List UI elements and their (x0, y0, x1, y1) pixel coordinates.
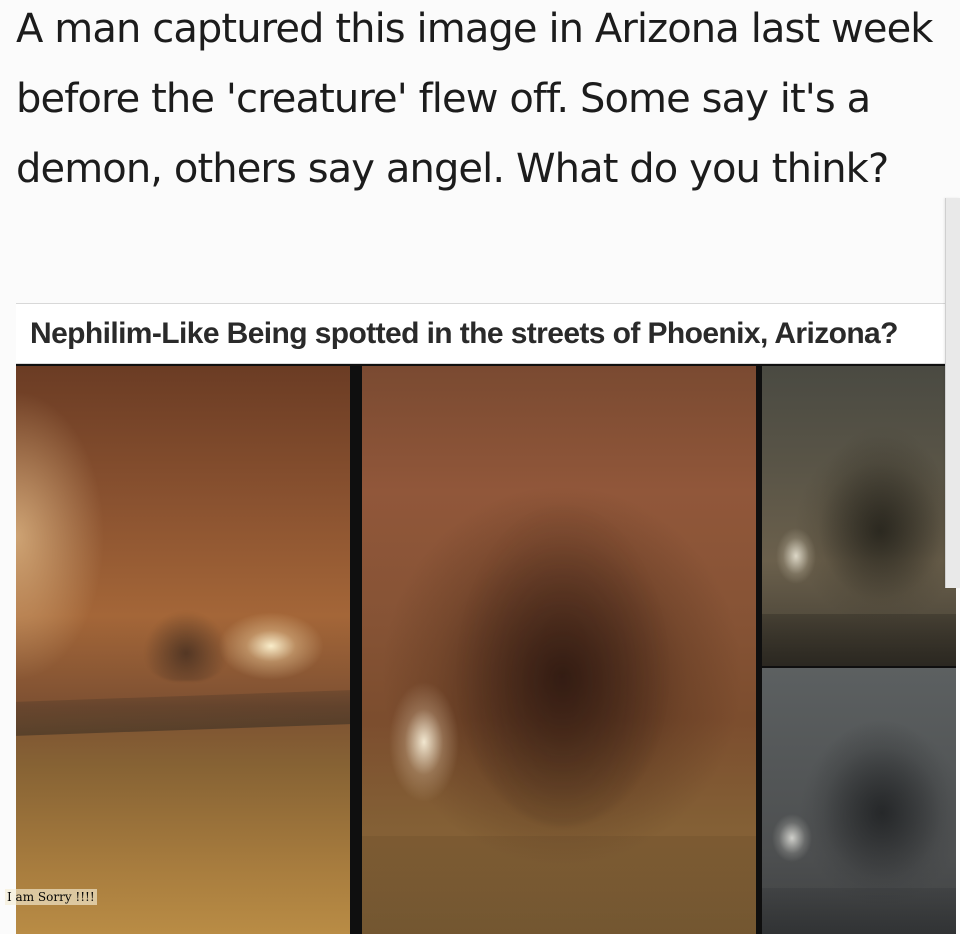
photo-creature-detail-top (762, 366, 956, 666)
photo-divider-vertical-1 (350, 366, 362, 934)
headline-bar: Nephilim-Like Being spotted in the stree… (16, 304, 956, 364)
embedded-news-panel: Nephilim-Like Being spotted in the stree… (16, 303, 956, 934)
photo-creature-detail-bottom (762, 668, 956, 934)
side-scroll-tab[interactable] (945, 198, 960, 588)
photo-creature-closeup (362, 366, 756, 934)
overlay-note: I am Sorry !!!! (5, 889, 97, 905)
article-headline: Nephilim-Like Being spotted in the stree… (30, 316, 898, 350)
post-caption: A man captured this image in Arizona las… (16, 6, 933, 192)
photo-street-night (16, 366, 350, 934)
